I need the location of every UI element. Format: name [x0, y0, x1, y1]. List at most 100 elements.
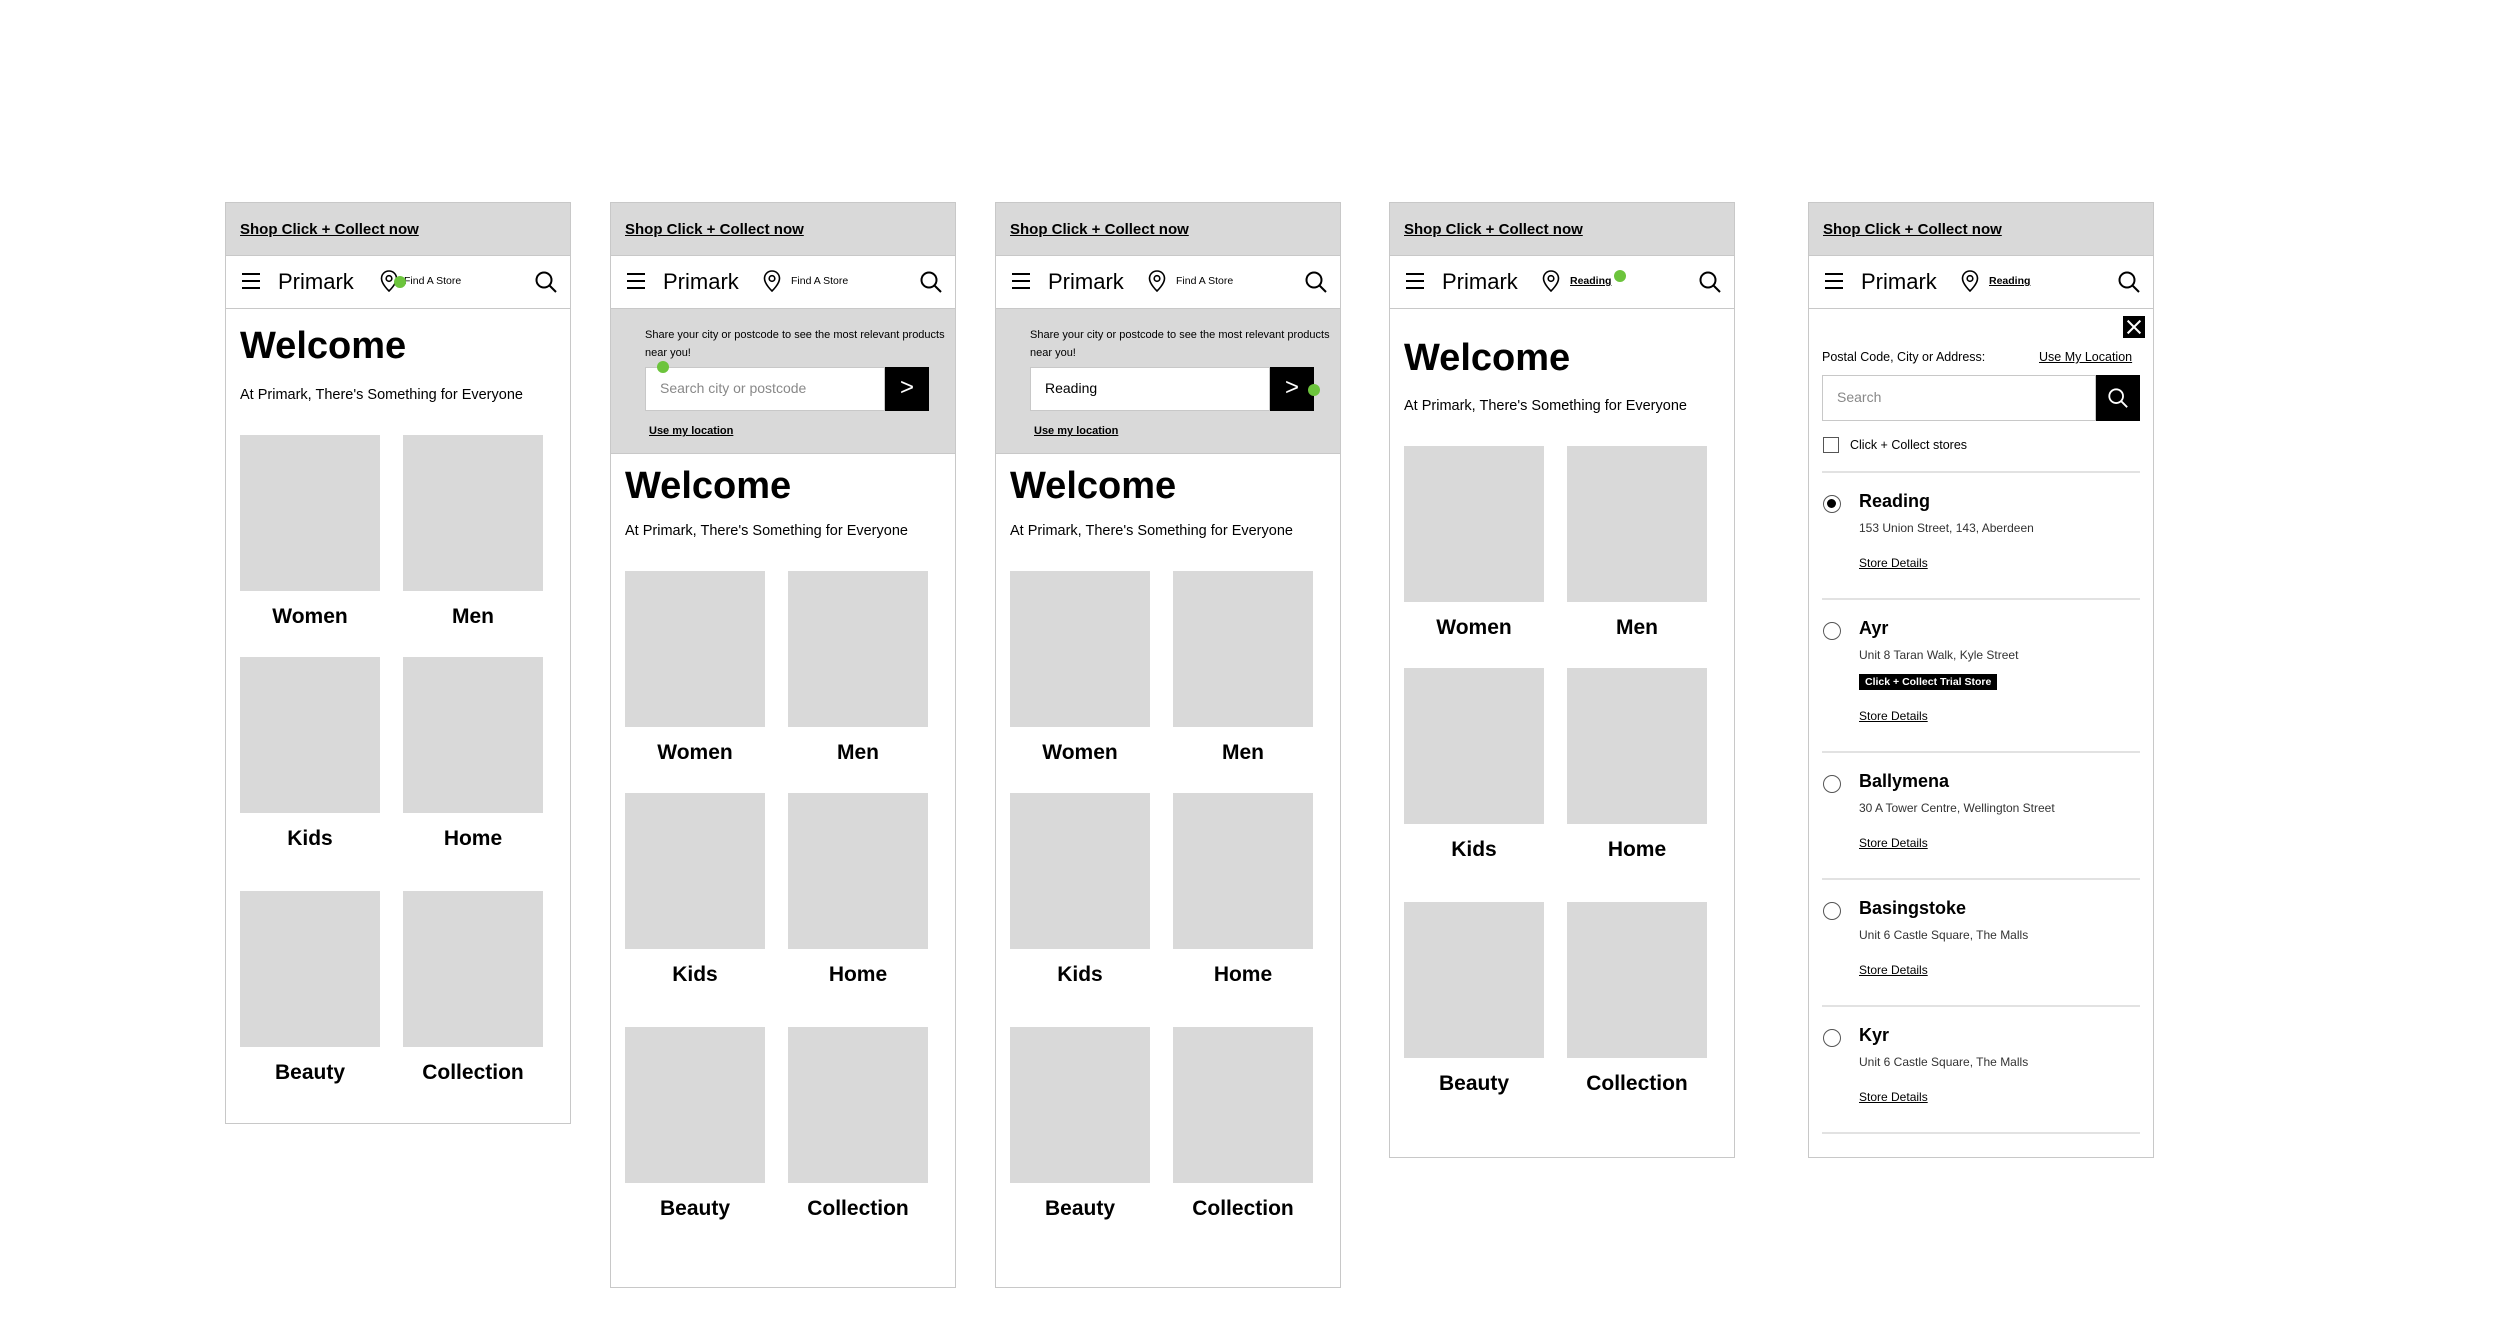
- close-icon[interactable]: [2123, 316, 2145, 338]
- search-icon[interactable]: [534, 270, 558, 294]
- category-tile-kids[interactable]: [240, 657, 380, 813]
- category-tile-home[interactable]: [1567, 668, 1707, 824]
- store-details-link[interactable]: Store Details: [1859, 1090, 1928, 1104]
- brand-logo[interactable]: Primark: [278, 269, 354, 295]
- category-tile-home[interactable]: [788, 793, 928, 949]
- category-tile-collection[interactable]: [1173, 1027, 1313, 1183]
- store-radio-basingstoke[interactable]: [1823, 902, 1841, 920]
- menu-icon[interactable]: [242, 273, 260, 289]
- location-pin-icon[interactable]: [763, 270, 781, 292]
- promo-banner: Shop Click + Collect now: [1390, 203, 1734, 256]
- category-tile-home[interactable]: [403, 657, 543, 813]
- category-label-beauty[interactable]: Beauty: [1404, 1072, 1544, 1096]
- brand-logo[interactable]: Primark: [663, 269, 739, 295]
- category-label-kids[interactable]: Kids: [240, 827, 380, 851]
- category-label-collection[interactable]: Collection: [1567, 1072, 1707, 1096]
- category-tile-collection[interactable]: [1567, 902, 1707, 1058]
- store-details-link[interactable]: Store Details: [1859, 963, 1928, 977]
- find-store-link[interactable]: Find A Store: [791, 275, 848, 287]
- category-label-collection[interactable]: Collection: [788, 1197, 928, 1221]
- selected-store-link[interactable]: Reading: [1989, 275, 2030, 287]
- category-label-men[interactable]: Men: [403, 605, 543, 629]
- category-label-women[interactable]: Women: [625, 741, 765, 765]
- category-tile-kids[interactable]: [1010, 793, 1150, 949]
- brand-logo[interactable]: Primark: [1048, 269, 1124, 295]
- location-pin-icon[interactable]: [1148, 270, 1166, 292]
- submit-location-button[interactable]: >: [885, 367, 929, 411]
- category-tile-collection[interactable]: [403, 891, 543, 1047]
- category-label-men[interactable]: Men: [1567, 616, 1707, 640]
- category-label-beauty[interactable]: Beauty: [1010, 1197, 1150, 1221]
- category-label-kids[interactable]: Kids: [1404, 838, 1544, 862]
- brand-logo[interactable]: Primark: [1861, 269, 1937, 295]
- menu-icon[interactable]: [1012, 273, 1030, 289]
- menu-icon[interactable]: [627, 273, 645, 289]
- category-label-women[interactable]: Women: [1404, 616, 1544, 640]
- store-radio-ayr[interactable]: [1823, 622, 1841, 640]
- find-store-link[interactable]: Find A Store: [404, 275, 461, 287]
- store-details-link[interactable]: Store Details: [1859, 836, 1928, 850]
- store-details-link[interactable]: Store Details: [1859, 709, 1928, 723]
- use-my-location-link[interactable]: Use My Location: [2039, 350, 2132, 364]
- store-radio-kyr[interactable]: [1823, 1029, 1841, 1047]
- category-tile-men[interactable]: [788, 571, 928, 727]
- city-postcode-input[interactable]: Search city or postcode: [645, 367, 885, 411]
- category-tile-women[interactable]: [625, 571, 765, 727]
- store-search-input[interactable]: Search: [1822, 375, 2096, 421]
- category-label-home[interactable]: Home: [1173, 963, 1313, 987]
- category-tile-men[interactable]: [1173, 571, 1313, 727]
- brand-logo[interactable]: Primark: [1442, 269, 1518, 295]
- category-label-kids[interactable]: Kids: [1010, 963, 1150, 987]
- category-label-home[interactable]: Home: [403, 827, 543, 851]
- category-label-home[interactable]: Home: [788, 963, 928, 987]
- category-tile-women[interactable]: [1010, 571, 1150, 727]
- store-radio-reading[interactable]: [1823, 495, 1841, 513]
- category-tile-home[interactable]: [1173, 793, 1313, 949]
- category-label-women[interactable]: Women: [1010, 741, 1150, 765]
- category-label-collection[interactable]: Collection: [1173, 1197, 1313, 1221]
- promo-link[interactable]: Shop Click + Collect now: [1010, 221, 1189, 238]
- category-label-women[interactable]: Women: [240, 605, 380, 629]
- category-label-beauty[interactable]: Beauty: [240, 1061, 380, 1085]
- menu-icon[interactable]: [1406, 273, 1424, 289]
- menu-icon[interactable]: [1825, 273, 1843, 289]
- promo-banner: Shop Click + Collect now: [611, 203, 955, 256]
- category-label-men[interactable]: Men: [1173, 741, 1313, 765]
- category-label-kids[interactable]: Kids: [625, 963, 765, 987]
- city-postcode-input[interactable]: Reading: [1030, 367, 1270, 411]
- search-icon[interactable]: [919, 270, 943, 294]
- store-details-link[interactable]: Store Details: [1859, 556, 1928, 570]
- category-tile-women[interactable]: [240, 435, 380, 591]
- category-label-beauty[interactable]: Beauty: [625, 1197, 765, 1221]
- promo-link[interactable]: Shop Click + Collect now: [240, 221, 419, 238]
- search-icon[interactable]: [2117, 270, 2141, 294]
- store-search-button[interactable]: [2096, 375, 2140, 421]
- category-tile-men[interactable]: [403, 435, 543, 591]
- category-tile-men[interactable]: [1567, 446, 1707, 602]
- category-tile-women[interactable]: [1404, 446, 1544, 602]
- category-tile-kids[interactable]: [1404, 668, 1544, 824]
- use-my-location-link[interactable]: Use my location: [649, 425, 733, 437]
- promo-link[interactable]: Shop Click + Collect now: [1823, 221, 2002, 238]
- selected-store-link[interactable]: Reading: [1570, 275, 1611, 287]
- promo-link[interactable]: Shop Click + Collect now: [625, 221, 804, 238]
- find-store-link[interactable]: Find A Store: [1176, 275, 1233, 287]
- category-label-collection[interactable]: Collection: [403, 1061, 543, 1085]
- category-tile-beauty[interactable]: [625, 1027, 765, 1183]
- store-radio-ballymena[interactable]: [1823, 775, 1841, 793]
- location-pin-icon[interactable]: [1542, 270, 1560, 292]
- category-tile-beauty[interactable]: [240, 891, 380, 1047]
- promo-link[interactable]: Shop Click + Collect now: [1404, 221, 1583, 238]
- category-tile-kids[interactable]: [625, 793, 765, 949]
- click-collect-filter-checkbox[interactable]: [1823, 437, 1839, 453]
- search-icon[interactable]: [1698, 270, 1722, 294]
- location-pin-icon[interactable]: [1961, 270, 1979, 292]
- category-tile-collection[interactable]: [788, 1027, 928, 1183]
- search-icon[interactable]: [1304, 270, 1328, 294]
- store-name: Kyr: [1859, 1025, 1890, 1045]
- category-tile-beauty[interactable]: [1404, 902, 1544, 1058]
- category-label-men[interactable]: Men: [788, 741, 928, 765]
- category-tile-beauty[interactable]: [1010, 1027, 1150, 1183]
- category-label-home[interactable]: Home: [1567, 838, 1707, 862]
- use-my-location-link[interactable]: Use my location: [1034, 425, 1118, 437]
